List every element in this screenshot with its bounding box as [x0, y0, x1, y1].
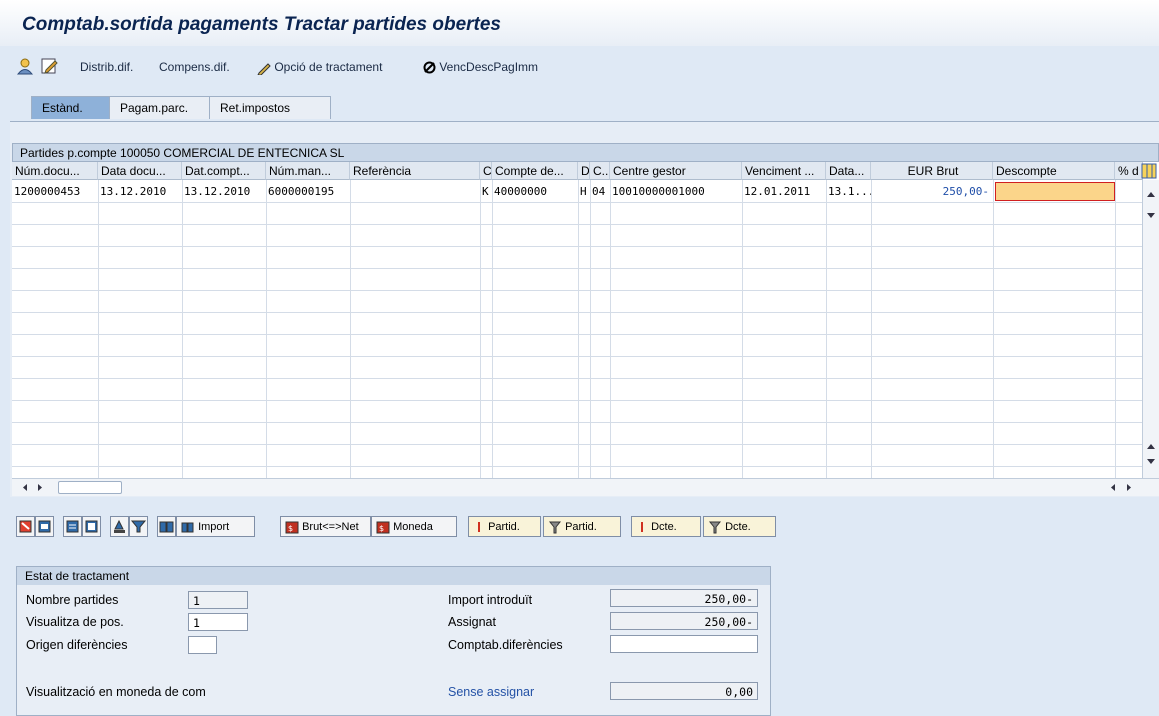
- cell-dat-compt: 13.12.2010: [184, 185, 251, 198]
- partid-label-1: Partid.: [488, 521, 520, 533]
- descompte-input[interactable]: [995, 182, 1115, 201]
- nombre-partides-label: Nombre partides: [26, 593, 119, 607]
- dcte-label-1: Dcte.: [651, 521, 677, 533]
- comptab-diferencies-label: Comptab.diferències: [448, 638, 563, 652]
- scroll-right-icon[interactable]: [36, 483, 44, 492]
- col-d[interactable]: D: [578, 162, 590, 180]
- deactivate-items-button[interactable]: [82, 516, 101, 537]
- cell-d: H: [580, 185, 587, 198]
- cell-venciment: 12.01.2011: [744, 185, 811, 198]
- person-icon[interactable]: [16, 57, 34, 75]
- sort-button[interactable]: [110, 516, 129, 537]
- col-eur-brut[interactable]: EUR Brut: [871, 162, 993, 180]
- tab-pagam-parc[interactable]: Pagam.parc.: [109, 96, 211, 119]
- col-centre-gestor[interactable]: Centre gestor: [610, 162, 742, 180]
- select-block-button[interactable]: [35, 516, 54, 537]
- svg-text:$: $: [288, 524, 293, 533]
- assignat-field: 250,00-: [610, 612, 758, 630]
- application-toolbar: Distrib.dif. Compens.dif. Opció de tract…: [0, 54, 1159, 82]
- edit-icon[interactable]: [40, 57, 58, 75]
- title-bar: Comptab.sortida pagaments Tractar partid…: [0, 0, 1159, 46]
- scroll-up-bottom-icon[interactable]: [1146, 442, 1156, 450]
- scroll-left-icon[interactable]: [21, 483, 29, 492]
- cell-num-man: 6000000195: [268, 185, 335, 198]
- visualitza-pos-label: Visualitza de pos.: [26, 615, 124, 629]
- venc-desc-button[interactable]: VencDescPagImm: [423, 60, 538, 74]
- activate-dcte-button[interactable]: Dcte.: [631, 516, 701, 537]
- col-percent[interactable]: % d: [1115, 162, 1143, 180]
- dcte-label-2: Dcte.: [725, 521, 751, 533]
- brut-net-label: Brut<=>Net: [302, 521, 359, 533]
- scroll-down-icon[interactable]: [1146, 212, 1156, 220]
- venc-desc-label: VencDescPagImm: [439, 60, 539, 74]
- vertical-scrollbar[interactable]: [1142, 180, 1159, 478]
- assignat-label: Assignat: [448, 615, 496, 629]
- col-data[interactable]: Data...: [826, 162, 871, 180]
- origen-diferencies-input[interactable]: [188, 636, 217, 654]
- scroll-down-bottom-icon[interactable]: [1146, 458, 1156, 466]
- cell-c: K: [482, 185, 489, 198]
- visualitza-pos-input[interactable]: 1: [188, 613, 248, 631]
- scroll-up-icon[interactable]: [1146, 190, 1156, 198]
- open-items-grid: Núm.docu... Data docu... Dat.compt... Nú…: [12, 162, 1159, 478]
- col-data-doc[interactable]: Data docu...: [98, 162, 182, 180]
- col-compte[interactable]: Compte de...: [492, 162, 578, 180]
- horizontal-scrollbar[interactable]: [12, 478, 1159, 496]
- col-c[interactable]: C: [480, 162, 492, 180]
- cell-compte: 40000000: [494, 185, 547, 198]
- deactivate-dcte-button[interactable]: Dcte.: [703, 516, 776, 537]
- col-c2[interactable]: C...: [590, 162, 610, 180]
- brut-net-button[interactable]: $ Brut<=>Net: [280, 516, 371, 537]
- cell-c2: 04: [592, 185, 606, 198]
- activate-partid-button[interactable]: Partid.: [468, 516, 541, 537]
- import-label: Import: [198, 521, 230, 533]
- moneda-com-label: Visualització en moneda de com: [26, 685, 206, 699]
- distrib-dif-button[interactable]: Distrib.dif.: [80, 60, 133, 74]
- deactivate-partid-button[interactable]: Partid.: [543, 516, 621, 537]
- comptab-diferencies-input[interactable]: [610, 635, 758, 653]
- scroll-right-right-icon[interactable]: [1125, 483, 1133, 492]
- moneda-button[interactable]: $ Moneda: [371, 516, 457, 537]
- col-num-doc[interactable]: Núm.docu...: [12, 162, 98, 180]
- svg-text:$: $: [379, 524, 384, 533]
- grid-title: Partides p.compte 100050 COMERCIAL DE EN…: [12, 143, 1159, 162]
- find-button[interactable]: [157, 516, 176, 537]
- import-introduit-label: Import introduït: [448, 593, 533, 607]
- no-entry-icon: [423, 61, 436, 74]
- col-referencia[interactable]: Referència: [350, 162, 480, 180]
- sense-assignar-label: Sense assignar: [448, 685, 535, 699]
- cell-data-doc: 13.12.2010: [100, 185, 167, 198]
- opcio-tractament-button[interactable]: Opció de tractament: [257, 60, 382, 75]
- scroll-thumb[interactable]: [58, 481, 122, 494]
- activate-items-button[interactable]: [63, 516, 82, 537]
- col-venciment[interactable]: Venciment ...: [742, 162, 826, 180]
- partid-label-2: Partid.: [565, 521, 597, 533]
- pencil-icon: [257, 63, 271, 75]
- moneda-label: Moneda: [393, 521, 433, 533]
- filter-button[interactable]: [129, 516, 148, 537]
- cell-eur-brut: 250,00-: [942, 185, 989, 198]
- tab-ret-impostos[interactable]: Ret.impostos: [209, 96, 331, 119]
- origen-diferencies-label: Origen diferències: [26, 638, 128, 652]
- find-next-import-button[interactable]: Import: [176, 516, 255, 537]
- cell-data: 13.1...: [828, 185, 871, 198]
- sense-assignar-field: 0,00: [610, 682, 758, 700]
- col-num-man[interactable]: Núm.man...: [266, 162, 350, 180]
- nombre-partides-field: 1: [188, 591, 248, 609]
- col-descompte[interactable]: Descompte: [993, 162, 1115, 180]
- processing-status-panel: Estat de tractament Nombre partides 1 Vi…: [16, 566, 771, 716]
- status-panel-title: Estat de tractament: [17, 567, 770, 585]
- column-layout-icon[interactable]: [1141, 163, 1157, 179]
- cell-num-doc: 1200000453: [14, 185, 81, 198]
- cell-referencia: [350, 181, 480, 202]
- tab-estand[interactable]: Estànd.: [31, 96, 115, 119]
- scroll-left-right-icon[interactable]: [1109, 483, 1117, 492]
- page-title: Comptab.sortida pagaments Tractar partid…: [22, 14, 501, 35]
- select-all-button[interactable]: [16, 516, 35, 537]
- cell-centre-gestor: 10010000001000: [612, 185, 705, 198]
- compens-dif-button[interactable]: Compens.dif.: [159, 60, 230, 74]
- import-introduit-field: 250,00-: [610, 589, 758, 607]
- col-dat-compt[interactable]: Dat.compt...: [182, 162, 266, 180]
- opcio-tractament-label: Opció de tractament: [274, 60, 383, 74]
